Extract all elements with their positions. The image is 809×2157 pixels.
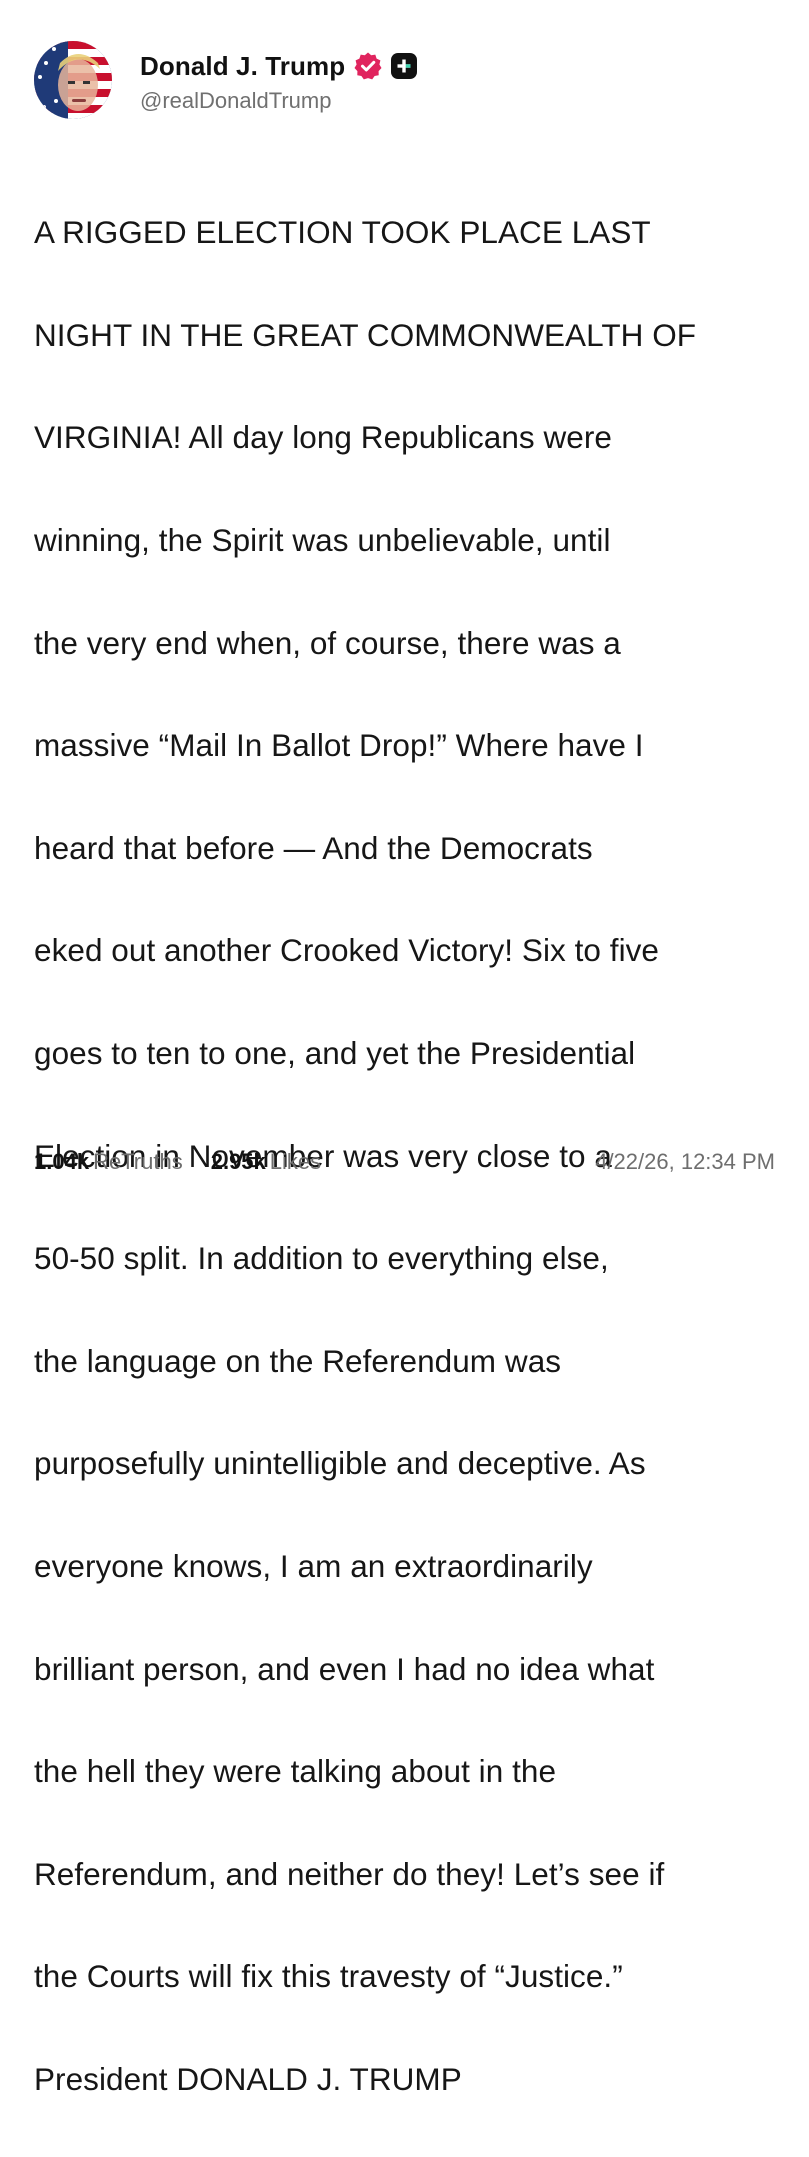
avatar-image — [34, 41, 112, 119]
post-line: Referendum, and neither do they! Let’s s… — [34, 1855, 665, 1892]
post-line: President DONALD J. TRUMP — [34, 2060, 462, 2097]
post-line: NIGHT IN THE GREAT COMMONWEALTH OF — [34, 316, 697, 353]
author-identity: Donald J. Trump @realDonaldTrump — [140, 46, 418, 114]
post-footer: 1.04k ReTruths 2.95k Likes 4/22/26, 12:3… — [34, 1142, 775, 1182]
likes-count: 2.95k — [210, 1149, 266, 1174]
post-timestamp[interactable]: 4/22/26, 12:34 PM — [595, 1149, 775, 1175]
author-name[interactable]: Donald J. Trump — [140, 51, 345, 82]
truth-plus-icon — [391, 53, 418, 79]
post-line: massive “Mail In Ballot Drop!” Where hav… — [34, 727, 644, 764]
post-line: winning, the Spirit was unbelievable, un… — [34, 522, 611, 559]
post-line: heard that before — And the Democrats — [34, 829, 593, 866]
post-line: purposefully unintelligible and deceptiv… — [34, 1445, 646, 1482]
post-line: A RIGGED ELECTION TOOK PLACE LAST — [34, 214, 651, 251]
post-line: the language on the Referendum was — [34, 1342, 562, 1379]
post-line: eked out another Crooked Victory! Six to… — [34, 932, 660, 969]
retruths-stat[interactable]: 1.04k ReTruths — [34, 1149, 183, 1175]
post-line: VIRGINIA! All day long Republicans were — [34, 419, 612, 456]
post-line: goes to ten to one, and yet the Presiden… — [34, 1035, 636, 1072]
post-line: brilliant person, and even I had no idea… — [34, 1650, 655, 1687]
likes-stat[interactable]: 2.95k Likes — [211, 1149, 321, 1175]
retruths-count: 1.04k — [34, 1149, 90, 1174]
post-line: the very end when, of course, there was … — [34, 624, 621, 661]
post-line: the hell they were talking about in the — [34, 1753, 557, 1790]
post-header: Donald J. Trump @realDonaldTrump — [34, 40, 418, 120]
avatar[interactable] — [34, 41, 112, 119]
retruths-label: ReTruths — [93, 1149, 183, 1174]
post-line: everyone knows, I am an extraordinarily — [34, 1548, 593, 1585]
verified-badge-icon — [353, 51, 383, 81]
post-line: the Courts will fix this travesty of “Ju… — [34, 1958, 623, 1995]
likes-label: Likes — [269, 1149, 322, 1174]
post-line: 50-50 split. In addition to everything e… — [34, 1240, 609, 1277]
author-handle[interactable]: @realDonaldTrump — [140, 88, 417, 114]
